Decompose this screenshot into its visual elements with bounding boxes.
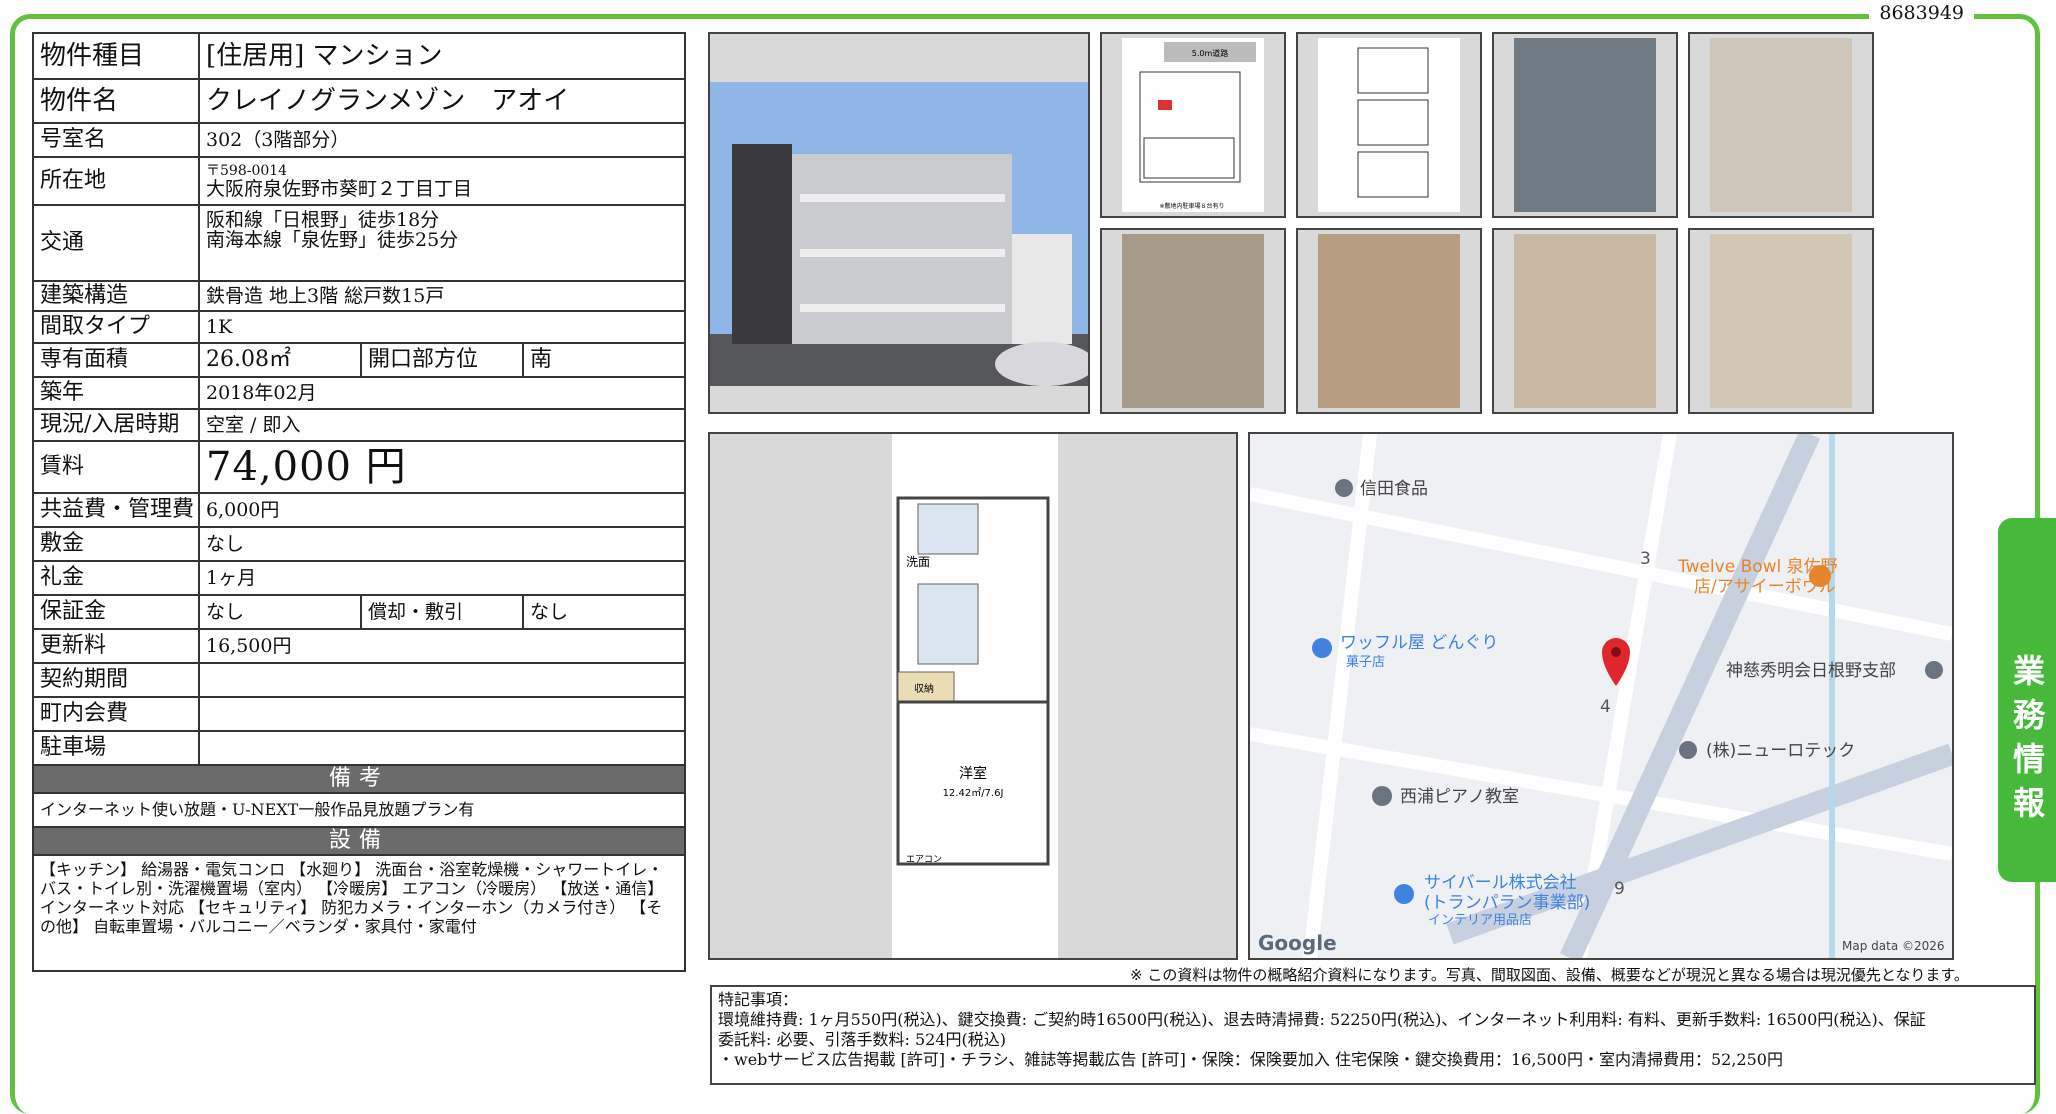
map-block-4: 4 bbox=[1600, 697, 1611, 717]
remarks-header: 備考 bbox=[32, 764, 686, 794]
site-plan-footer: ※敷地内駐車場８台有り bbox=[1159, 202, 1224, 210]
map-place-shinoda: 信田食品 bbox=[1360, 479, 1428, 499]
key-money-label: 礼金 bbox=[32, 560, 200, 596]
facilities-text: 【キッチン】 給湯器・電気コンロ 【水廻り】 洗面台・浴室乾燥機・シャワートイレ… bbox=[32, 854, 686, 972]
renewal-value: 16,500円 bbox=[198, 628, 686, 664]
status-label: 現況/入居時期 bbox=[32, 408, 200, 442]
room-value: 302（3階部分） bbox=[198, 122, 686, 158]
map-place-shinji: 神慈秀明会日根野支部 bbox=[1726, 661, 1896, 681]
property-info-table: 物件種目 [住居用] マンション 物件名 クレイノグランメゾン アオイ 号室名 302… bbox=[32, 32, 686, 972]
layout-label: 間取タイプ bbox=[32, 310, 200, 344]
address-cell: 〒598-0014 大阪府泉佐野市葵町２丁目丁目 bbox=[198, 156, 686, 206]
kitchen-photo bbox=[1296, 228, 1482, 414]
location-map[interactable]: 信田食品 Twelve Bowl 泉佐野 店/アサイーボウル ワッフル屋 どんぐ… bbox=[1248, 432, 1954, 960]
contract-label: 契約期間 bbox=[32, 662, 200, 698]
map-place-cybar: サイバール株式会社 bbox=[1424, 873, 1577, 893]
special-line-3: ・webサービス広告掲載 [許可]・チラシ、雑誌等掲載広告 [許可]・保険：保険… bbox=[718, 1050, 1783, 1069]
floor-layout-thumbnail bbox=[1296, 32, 1482, 218]
key-money-value: 1ヶ月 bbox=[198, 560, 686, 596]
layout-value: 1K bbox=[198, 310, 686, 344]
plan-room-size: 12.42㎡/7.6J bbox=[943, 787, 1004, 799]
toilet-photo bbox=[1492, 228, 1678, 414]
address-label: 所在地 bbox=[32, 156, 200, 206]
school-icon bbox=[1372, 786, 1392, 806]
amort-value: なし bbox=[522, 594, 686, 630]
town-label: 町内会費 bbox=[32, 696, 200, 732]
fee-label: 共益費・管理費 bbox=[32, 492, 200, 528]
fee-value: 6,000円 bbox=[198, 492, 686, 528]
status-value: 空室 / 即入 bbox=[198, 408, 686, 442]
map-place-waffle-type: 菓子店 bbox=[1346, 655, 1385, 670]
name-value: クレイノグランメゾン アオイ bbox=[198, 78, 686, 124]
address-value: 大阪府泉佐野市葵町２丁目丁目 bbox=[206, 178, 473, 200]
map-place-waffle: ワッフル屋 どんぐり bbox=[1340, 633, 1498, 653]
document-id: 8683949 bbox=[1869, 2, 1974, 24]
town-value bbox=[198, 696, 686, 732]
site-plan-image: 5.0m道路 ※敷地内駐車場８台有り bbox=[1139, 42, 1256, 210]
special-line-2: 委託料: 必要、引落手数料: 524円(税込) bbox=[718, 1030, 1006, 1049]
deposit-value: なし bbox=[198, 526, 686, 562]
special-notes: 特記事項： 環境維持費: 1ヶ月550円(税込)、鍵交換費: ご契約時16500… bbox=[710, 985, 2036, 1085]
built-label: 築年 bbox=[32, 376, 200, 410]
rent-value: 74,000 円 bbox=[198, 440, 686, 494]
postal-code: 〒598-0014 bbox=[206, 163, 288, 179]
bathroom-photo bbox=[1688, 32, 1874, 218]
direction-value: 南 bbox=[522, 342, 686, 378]
floor-plan-drawing: 洗面 収納 洋室 12.42㎡/7.6J エアコン bbox=[892, 434, 1058, 958]
type-label: 物件種目 bbox=[32, 32, 200, 80]
map-block-9: 9 bbox=[1614, 879, 1625, 899]
building-photo-image bbox=[710, 82, 1088, 386]
google-logo: Google bbox=[1258, 931, 1337, 955]
map-place-newrotech: (株)ニューロテック bbox=[1706, 741, 1855, 761]
shopping-bag-icon bbox=[1312, 638, 1332, 658]
map-block-3: 3 bbox=[1640, 549, 1651, 569]
area-value: 26.08㎡ bbox=[198, 342, 362, 378]
corridor-photo bbox=[1492, 32, 1678, 218]
map-attribution: Map data ©2026 bbox=[1842, 939, 1945, 953]
plan-washroom-label: 洗面 bbox=[906, 555, 930, 569]
guarantee-value: なし bbox=[198, 594, 362, 630]
facilities-header: 設備 bbox=[32, 826, 686, 856]
name-label: 物件名 bbox=[32, 78, 200, 124]
special-line-1: 環境維持費: 1ヶ月550円(税込)、鍵交換費: ご契約時16500円(税込)、… bbox=[718, 1010, 1926, 1029]
disclaimer-note: ※ この資料は物件の概略紹介資料になります。写真、間取図面、設備、概要などが現況… bbox=[1130, 966, 1969, 984]
guarantee-label: 保証金 bbox=[32, 594, 200, 630]
site-plan-thumbnail: 5.0m道路 ※敷地内駐車場８台有り bbox=[1100, 32, 1286, 218]
parking-label: 駐車場 bbox=[32, 730, 200, 766]
structure-label: 建築構造 bbox=[32, 280, 200, 312]
transit-line-1: 阪和線「日根野」徒歩18分 bbox=[206, 209, 440, 231]
map-place-cybar-type: インテリア用品店 bbox=[1428, 913, 1532, 928]
room-label: 号室名 bbox=[32, 122, 200, 158]
building-photo bbox=[708, 32, 1090, 414]
floor-plan: 洗面 収納 洋室 12.42㎡/7.6J エアコン bbox=[708, 432, 1238, 960]
plan-closet-label: 収納 bbox=[914, 682, 934, 695]
map-place-piano: 西浦ピアノ教室 bbox=[1400, 787, 1519, 807]
site-plan-road: 5.0m道路 bbox=[1192, 48, 1229, 58]
deposit-label: 敷金 bbox=[32, 526, 200, 562]
rent-label: 賃料 bbox=[32, 440, 200, 494]
map-canvas[interactable]: 信田食品 Twelve Bowl 泉佐野 店/アサイーボウル ワッフル屋 どんぐ… bbox=[1250, 434, 1952, 958]
floor-layout-image bbox=[1357, 47, 1429, 198]
area-label: 専有面積 bbox=[32, 342, 200, 378]
built-value: 2018年02月 bbox=[198, 376, 686, 410]
type-value: [住居用] マンション bbox=[198, 32, 686, 80]
structure-value: 鉄骨造 地上3階 総戸数15戸 bbox=[198, 280, 686, 312]
amort-label: 償却・敷引 bbox=[360, 594, 524, 630]
transit-cell: 阪和線「日根野」徒歩18分 南海本線「泉佐野」徒歩25分 bbox=[198, 204, 686, 282]
plan-room-label: 洋室 bbox=[959, 765, 987, 782]
remarks-text: インターネット使い放題・U-NEXT一般作品見放題プラン有 bbox=[32, 792, 686, 828]
transit-line-2: 南海本線「泉佐野」徒歩25分 bbox=[206, 229, 459, 251]
washbasin-photo bbox=[1100, 228, 1286, 414]
renewal-label: 更新料 bbox=[32, 628, 200, 664]
direction-label: 開口部方位 bbox=[360, 342, 524, 378]
map-place-cybar-2: (トランパラン事業部) bbox=[1424, 893, 1590, 913]
contract-value bbox=[198, 662, 686, 698]
entrance-photo bbox=[1688, 228, 1874, 414]
parking-value bbox=[198, 730, 686, 766]
transit-label: 交通 bbox=[32, 204, 200, 282]
business-info-tab[interactable]: 業務情報 bbox=[1998, 518, 2056, 882]
plan-ac-label: エアコン bbox=[906, 855, 942, 865]
restaurant-icon bbox=[1809, 565, 1831, 587]
special-title: 特記事項： bbox=[718, 990, 799, 1009]
